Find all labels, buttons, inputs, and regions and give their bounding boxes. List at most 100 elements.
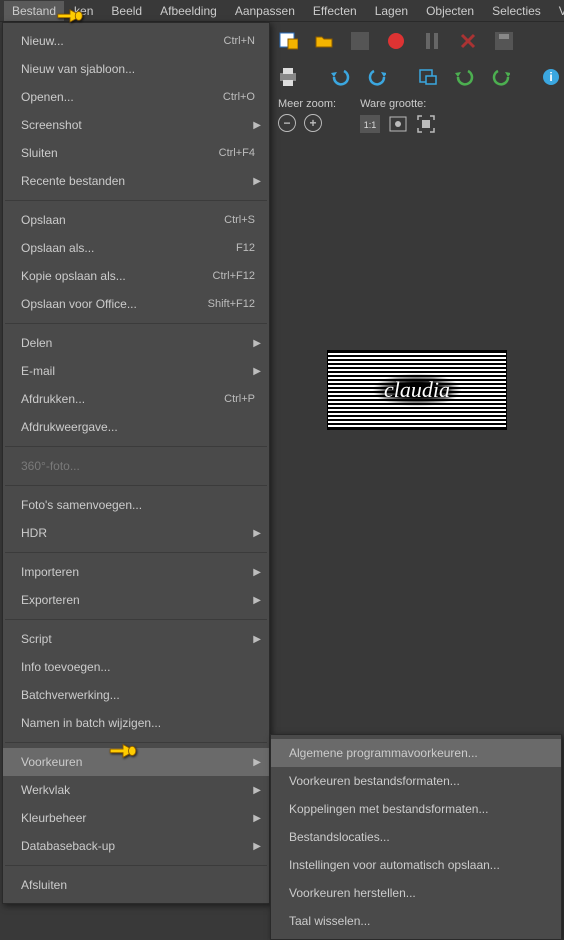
open-folder-icon[interactable] xyxy=(314,31,334,51)
one-to-one-icon[interactable]: 1:1 xyxy=(360,114,380,134)
menu-item-label: Opslaan als... xyxy=(21,241,226,255)
menu-item[interactable]: Nieuw van sjabloon... xyxy=(3,55,269,83)
menubar-item[interactable]: Lagen xyxy=(367,1,416,21)
zoom-out-button[interactable]: − xyxy=(278,114,296,132)
menubar-item[interactable]: Vens xyxy=(551,1,564,21)
menu-item[interactable]: Taal wisselen... xyxy=(271,907,561,935)
menu-item[interactable]: Opslaan voor Office...Shift+F12 xyxy=(3,290,269,318)
menu-item-label: Foto's samenvoegen... xyxy=(21,498,255,512)
chevron-right-icon: ▶ xyxy=(253,176,261,187)
menu-item[interactable]: Foto's samenvoegen... xyxy=(3,491,269,519)
menu-item[interactable]: Databaseback-up▶ xyxy=(3,832,269,860)
menu-item[interactable]: Kleurbeheer▶ xyxy=(3,804,269,832)
menu-item[interactable]: Voorkeuren▶ xyxy=(3,748,269,776)
menu-item[interactable]: E-mail▶ xyxy=(3,357,269,385)
actual-size-label: Ware grootte: xyxy=(360,98,426,110)
toolbar-area: i Meer zoom: − + Ware grootte: 1:1 xyxy=(270,22,564,136)
menu-item[interactable]: Importeren▶ xyxy=(3,558,269,586)
pause-icon[interactable] xyxy=(422,31,442,51)
menubar-item[interactable]: Afbeelding xyxy=(152,1,225,21)
menu-item[interactable]: Kopie opslaan als...Ctrl+F12 xyxy=(3,262,269,290)
menu-item[interactable]: Algemene programmavoorkeuren... xyxy=(271,739,561,767)
menu-item-shortcut: Ctrl+F12 xyxy=(203,270,256,282)
menu-item-label: Openen... xyxy=(21,90,213,104)
menu-item-label: Opslaan xyxy=(21,213,214,227)
menubar-item[interactable]: Aanpassen xyxy=(227,1,303,21)
menu-item-label: Opslaan voor Office... xyxy=(21,297,198,311)
menu-item-label: Delen xyxy=(21,336,255,350)
menu-item[interactable]: Werkvlak▶ xyxy=(3,776,269,804)
chevron-right-icon: ▶ xyxy=(253,595,261,606)
chevron-right-icon: ▶ xyxy=(253,120,261,131)
menu-item[interactable]: Info toevoegen... xyxy=(3,653,269,681)
chevron-right-icon: ▶ xyxy=(253,528,261,539)
menu-item[interactable]: Voorkeuren herstellen... xyxy=(271,879,561,907)
menu-item[interactable]: Afsluiten xyxy=(3,871,269,899)
undo-green-icon[interactable] xyxy=(454,67,474,87)
menu-item[interactable]: Script▶ xyxy=(3,625,269,653)
svg-text:1:1: 1:1 xyxy=(364,120,377,130)
chevron-right-icon: ▶ xyxy=(253,366,261,377)
menu-item-label: Koppelingen met bestandsformaten... xyxy=(289,802,547,816)
undo-icon[interactable] xyxy=(330,67,350,87)
menu-item[interactable]: OpslaanCtrl+S xyxy=(3,206,269,234)
redo-green-icon[interactable] xyxy=(490,67,510,87)
menu-item[interactable]: Exporteren▶ xyxy=(3,586,269,614)
info-icon[interactable]: i xyxy=(542,67,560,87)
menu-item[interactable]: Openen...Ctrl+O xyxy=(3,83,269,111)
menu-separator xyxy=(5,552,267,553)
file-menu-dropdown: Nieuw...Ctrl+NNieuw van sjabloon...Opene… xyxy=(2,22,270,904)
menu-item[interactable]: Recente bestanden▶ xyxy=(3,167,269,195)
menu-separator xyxy=(5,485,267,486)
menubar-item[interactable]: Beeld xyxy=(103,1,150,21)
menu-item-shortcut: Ctrl+F4 xyxy=(209,147,255,159)
menu-item[interactable]: Instellingen voor automatisch opslaan... xyxy=(271,851,561,879)
menu-item[interactable]: Opslaan als...F12 xyxy=(3,234,269,262)
menubar-item[interactable]: Bestand xyxy=(4,1,64,21)
menu-item-label: Voorkeuren xyxy=(21,755,255,769)
menu-item[interactable]: Nieuw...Ctrl+N xyxy=(3,27,269,55)
menu-separator xyxy=(5,742,267,743)
menubar-item[interactable]: Objecten xyxy=(418,1,482,21)
menu-item[interactable]: Delen▶ xyxy=(3,329,269,357)
zoom-in-button[interactable]: + xyxy=(304,114,322,132)
menu-item[interactable]: Afdrukken...Ctrl+P xyxy=(3,385,269,413)
fit-screen-icon[interactable] xyxy=(388,114,408,134)
resize-icon[interactable] xyxy=(418,67,438,87)
redo-icon[interactable] xyxy=(366,67,386,87)
logo-text: claudia xyxy=(372,373,462,407)
menu-item-label: Importeren xyxy=(21,565,255,579)
new-tab-icon[interactable] xyxy=(278,31,298,51)
fullscreen-icon[interactable] xyxy=(416,114,436,134)
menu-item[interactable]: HDR▶ xyxy=(3,519,269,547)
print-icon[interactable] xyxy=(278,67,298,87)
menu-item[interactable]: Batchverwerking... xyxy=(3,681,269,709)
chevron-right-icon: ▶ xyxy=(253,338,261,349)
save-icon[interactable] xyxy=(494,31,514,51)
menu-item-label: Afsluiten xyxy=(21,878,255,892)
chevron-right-icon: ▶ xyxy=(253,841,261,852)
menu-item[interactable]: SluitenCtrl+F4 xyxy=(3,139,269,167)
record-icon[interactable] xyxy=(386,31,406,51)
menubar-item[interactable]: Selecties xyxy=(484,1,549,21)
menu-item[interactable]: Afdrukweergave... xyxy=(3,413,269,441)
stop-icon[interactable] xyxy=(350,31,370,51)
chevron-right-icon: ▶ xyxy=(253,813,261,824)
menu-item[interactable]: Bestandslocaties... xyxy=(271,823,561,851)
menubar-item[interactable]: Effecten xyxy=(305,1,365,21)
menu-item: 360°-foto... xyxy=(3,452,269,480)
menu-item[interactable]: Voorkeuren bestandsformaten... xyxy=(271,767,561,795)
menu-item-label: Kopie opslaan als... xyxy=(21,269,203,283)
menu-item[interactable]: Screenshot▶ xyxy=(3,111,269,139)
menu-item[interactable]: Namen in batch wijzigen... xyxy=(3,709,269,737)
chevron-right-icon: ▶ xyxy=(253,757,261,768)
menu-separator xyxy=(5,865,267,866)
close-icon[interactable] xyxy=(458,31,478,51)
menu-separator xyxy=(5,200,267,201)
menu-item-label: Voorkeuren herstellen... xyxy=(289,886,547,900)
menu-item-shortcut: Ctrl+P xyxy=(214,393,255,405)
menubar-item[interactable]: ken xyxy=(66,1,101,21)
menu-separator xyxy=(5,323,267,324)
menu-item[interactable]: Koppelingen met bestandsformaten... xyxy=(271,795,561,823)
menu-item-label: Batchverwerking... xyxy=(21,688,255,702)
